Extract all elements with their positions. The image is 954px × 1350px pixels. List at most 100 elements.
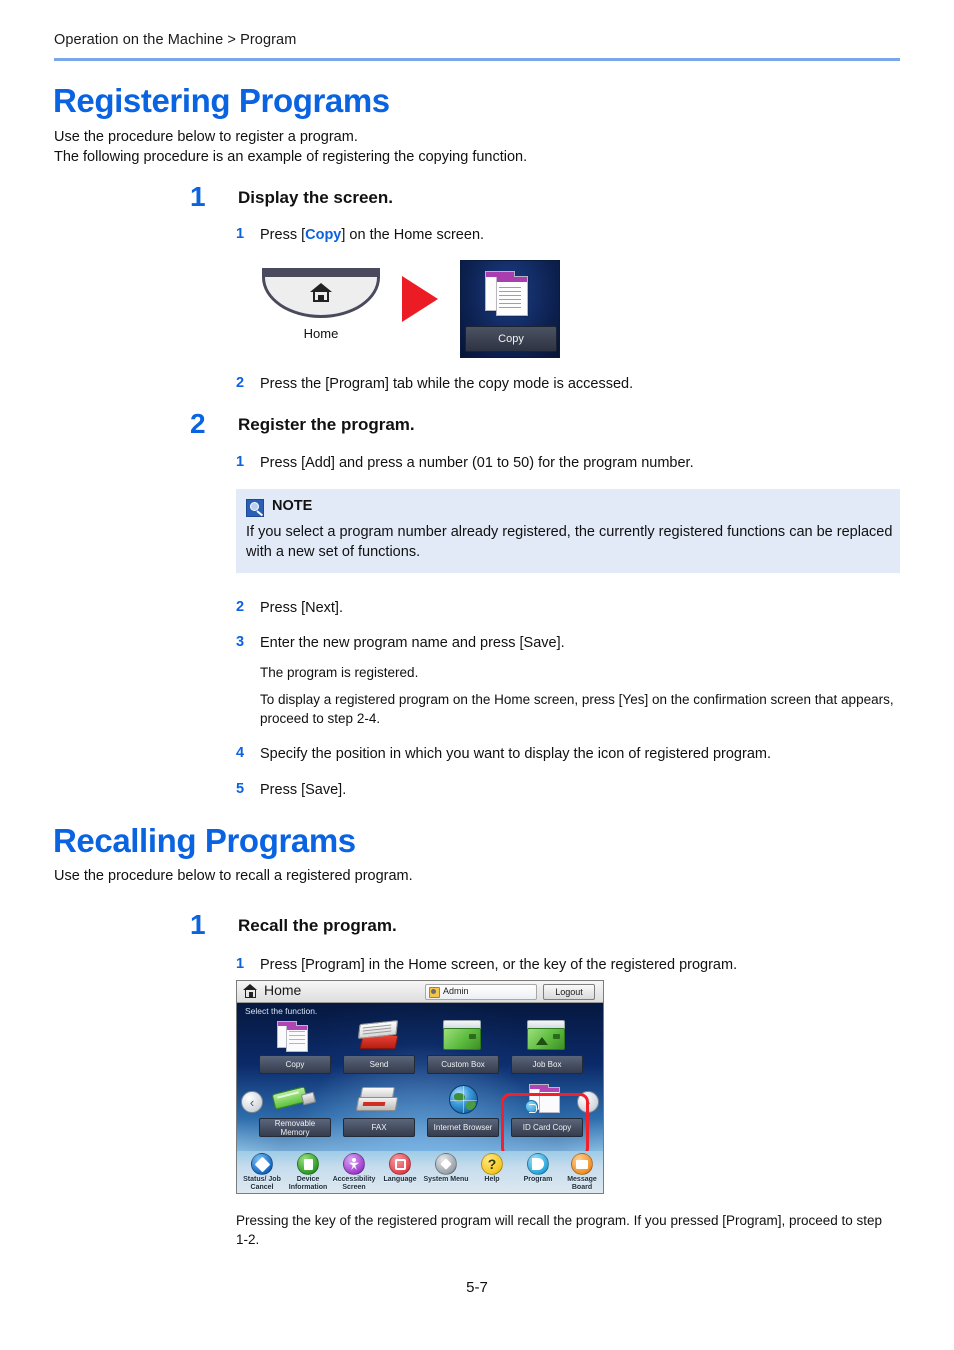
intro-line-1: Use the procedure below to register a pr… bbox=[54, 129, 358, 145]
substep-2-3-text: Enter the new program name and press [Sa… bbox=[260, 635, 565, 651]
home-tile-custom-box-label: Custom Box bbox=[427, 1055, 499, 1074]
job-box-icon bbox=[511, 1017, 583, 1055]
home-tile-copy[interactable]: Copy bbox=[259, 1017, 331, 1079]
taskbar-accessibility-screen-label: Accessibility Screen bbox=[332, 1176, 376, 1191]
home-tile-fax[interactable]: FAX bbox=[343, 1080, 415, 1142]
taskbar-device-information[interactable]: Device Information bbox=[285, 1153, 331, 1192]
home-hardware-key: Home bbox=[262, 268, 380, 341]
substep-2-3: 3 Enter the new program name and press [… bbox=[236, 634, 565, 653]
page-title-registering: Registering Programs bbox=[53, 82, 390, 119]
taskbar-program[interactable]: Program bbox=[515, 1153, 561, 1184]
fax-icon bbox=[343, 1080, 415, 1118]
home-tile-removable-memory[interactable]: Removable Memory bbox=[259, 1080, 331, 1142]
accessibility-icon bbox=[343, 1153, 365, 1175]
copy-icon-lines bbox=[499, 285, 523, 311]
home-tile-internet-browser-label: Internet Browser bbox=[427, 1118, 499, 1137]
taskbar-help-label: Help bbox=[484, 1176, 500, 1183]
home-screen-taskbar-area: Status/ Job Cancel Device Information Ac… bbox=[237, 1151, 603, 1193]
removable-memory-icon bbox=[259, 1080, 331, 1118]
taskbar-device-information-label: Device Information bbox=[288, 1176, 328, 1191]
home-tile-copy-label: Copy bbox=[259, 1055, 331, 1074]
substep-1-1-prefix: Press [ bbox=[260, 227, 306, 243]
recall-substep-1-1-number: 1 bbox=[236, 956, 245, 972]
intro-recalling: Use the procedure below to recall a regi… bbox=[54, 867, 413, 887]
taskbar-language-label: Language bbox=[383, 1176, 417, 1183]
copy-icon-bar-2 bbox=[497, 277, 527, 282]
header-rule bbox=[54, 58, 900, 61]
substep-2-5-text: Press [Save]. bbox=[260, 782, 347, 798]
logout-button[interactable]: Logout bbox=[543, 984, 595, 1000]
taskbar-system-menu-label: System Menu bbox=[423, 1176, 469, 1183]
home-tile-fax-label: FAX bbox=[343, 1118, 415, 1137]
copy-tile-label: Copy bbox=[465, 326, 557, 352]
taskbar-system-menu[interactable]: System Menu bbox=[423, 1153, 469, 1184]
user-field[interactable]: Admin bbox=[425, 984, 537, 1000]
id-card-copy-icon bbox=[511, 1080, 583, 1118]
recall-substep-1-1: 1 Press [Program] in the Home screen, or… bbox=[236, 956, 737, 975]
home-tile-job-box[interactable]: Job Box bbox=[511, 1017, 583, 1079]
copy-icon bbox=[485, 271, 541, 321]
substep-2-4-text: Specify the position in which you want t… bbox=[260, 746, 771, 762]
internet-browser-icon bbox=[427, 1080, 499, 1118]
substep-2-2-number: 2 bbox=[236, 599, 245, 615]
substep-2-3-note-1: The program is registered. bbox=[260, 665, 419, 680]
system-menu-icon bbox=[435, 1153, 457, 1175]
user-icon bbox=[429, 987, 440, 998]
substep-1-1-number: 1 bbox=[236, 226, 245, 242]
home-tile-job-box-label: Job Box bbox=[511, 1055, 583, 1074]
substep-2-5: 5 Press [Save]. bbox=[236, 781, 346, 800]
taskbar-accessibility-screen[interactable]: Accessibility Screen bbox=[331, 1153, 377, 1192]
taskbar-message-board-label: Message Board bbox=[567, 1176, 597, 1191]
taskbar-language[interactable]: Language bbox=[377, 1153, 423, 1184]
note-box: NOTE If you select a program number alre… bbox=[236, 489, 900, 573]
step-2-number: 2 bbox=[190, 408, 206, 439]
substep-1-2-number: 2 bbox=[236, 375, 245, 391]
substep-1-1-suffix: ] on the Home screen. bbox=[341, 227, 485, 243]
taskbar-help[interactable]: ? Help bbox=[469, 1153, 515, 1184]
note-body: If you select a program number already r… bbox=[246, 524, 893, 560]
substep-1-2: 2 Press the [Program] tab while the copy… bbox=[236, 375, 633, 394]
substep-2-1-number: 1 bbox=[236, 454, 245, 470]
breadcrumb: Operation on the Machine > Program bbox=[54, 32, 297, 48]
device-information-icon bbox=[297, 1153, 319, 1175]
home-screen-panel: Home Admin Logout Select the function. ‹… bbox=[236, 980, 604, 1194]
home-tile-send-label: Send bbox=[343, 1055, 415, 1074]
substep-1-2-text: Press the [Program] tab while the copy m… bbox=[260, 376, 634, 392]
recall-step-1-number: 1 bbox=[190, 909, 206, 940]
status-job-cancel-icon bbox=[251, 1153, 273, 1175]
user-name: Admin bbox=[443, 986, 469, 996]
document-page: Operation on the Machine > Program Regis… bbox=[0, 0, 954, 1350]
home-icon bbox=[243, 984, 258, 999]
substep-1-1-text: Press [Copy] on the Home screen. bbox=[260, 226, 484, 245]
note-magnifier-icon bbox=[246, 499, 264, 517]
intro-line-2: The following procedure is an example of… bbox=[54, 148, 528, 165]
language-icon bbox=[389, 1153, 411, 1175]
home-key-rail bbox=[262, 268, 380, 277]
home-screen-taskbar: Status/ Job Cancel Device Information Ac… bbox=[237, 1151, 603, 1193]
intro-registering: Use the procedure below to register a pr… bbox=[54, 128, 527, 167]
page-title-recalling: Recalling Programs bbox=[53, 822, 356, 859]
taskbar-program-label: Program bbox=[523, 1176, 553, 1183]
send-icon bbox=[343, 1017, 415, 1055]
home-tile-internet-browser[interactable]: Internet Browser bbox=[427, 1080, 499, 1142]
home-key-label: Home bbox=[303, 326, 339, 341]
home-tile-id-card-copy[interactable]: ID Card Copy bbox=[511, 1080, 583, 1142]
home-tile-custom-box[interactable]: Custom Box bbox=[427, 1017, 499, 1079]
recall-substep-1-1-text: Press [Program] in the Home screen, or t… bbox=[260, 957, 738, 973]
substep-1-1: 1 Press [Copy] on the Home screen. bbox=[236, 226, 484, 245]
substep-2-3-note-2: To display a registered program on the H… bbox=[260, 692, 894, 726]
copy-tile-figure: Copy bbox=[460, 260, 560, 358]
substep-2-2-text: Press [Next]. bbox=[260, 600, 343, 616]
recall-closing-text: Pressing the key of the registered progr… bbox=[236, 1213, 883, 1247]
home-screen-prompt: Select the function. bbox=[245, 1006, 318, 1016]
substep-2-4: 4 Specify the position in which you want… bbox=[236, 745, 771, 764]
substep-2-2: 2 Press [Next]. bbox=[236, 599, 343, 618]
intro-recalling-line-1: Use the procedure below to recall a regi… bbox=[54, 868, 413, 884]
taskbar-message-board[interactable]: Message Board bbox=[559, 1153, 603, 1192]
home-tile-send[interactable]: Send bbox=[343, 1017, 415, 1079]
substep-2-1-text: Press [Add] and press a number (01 to 50… bbox=[260, 455, 694, 471]
custom-box-icon bbox=[427, 1017, 499, 1055]
step-1-number: 1 bbox=[190, 181, 206, 212]
home-tile-id-card-copy-label: ID Card Copy bbox=[511, 1118, 583, 1137]
taskbar-status-job-cancel[interactable]: Status/ Job Cancel bbox=[239, 1153, 285, 1192]
